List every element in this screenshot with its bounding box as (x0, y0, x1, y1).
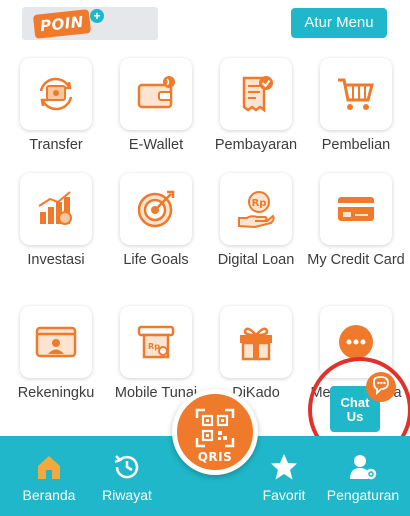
history-icon (114, 455, 139, 479)
credit-card-icon (338, 197, 374, 221)
header: POIN + Atur Menu (0, 0, 410, 46)
shopping-cart-icon (338, 78, 374, 110)
nav-label: Favorit (262, 487, 306, 503)
gift-icon (240, 327, 272, 361)
transfer-icon (39, 77, 73, 111)
menu-item-label: Transfer (29, 137, 83, 153)
chat-label-line2: Us (346, 409, 364, 424)
atm-cash-icon: Rp (137, 325, 175, 359)
menu-card[interactable] (20, 306, 92, 378)
nav-label: Riwayat (102, 487, 152, 503)
loan-hand-icon: Rp (238, 191, 275, 229)
menu-card[interactable] (20, 58, 92, 130)
menu-card[interactable] (120, 58, 192, 130)
wallet-icon (137, 76, 175, 109)
menu-card[interactable] (320, 173, 392, 245)
nav-riwayat[interactable]: Riwayat (86, 436, 168, 516)
menu-item-label: My Credit Card (307, 252, 405, 268)
qris-button[interactable]: QRIS (172, 389, 258, 475)
investment-chart-icon (38, 191, 72, 225)
account-card-icon (35, 326, 77, 358)
qr-code-icon (195, 408, 235, 448)
nav-pengaturan[interactable]: Pengaturan (322, 436, 404, 516)
svg-text:Rp: Rp (252, 198, 267, 209)
menu-card[interactable] (120, 173, 192, 245)
poin-banner[interactable]: POIN + (22, 7, 158, 40)
home-icon (38, 456, 60, 479)
menu-card[interactable] (220, 306, 292, 378)
menu-card[interactable] (320, 58, 392, 130)
nav-favorit[interactable]: Favorit (243, 436, 325, 516)
atur-menu-button[interactable]: Atur Menu (291, 8, 387, 38)
menu-item-label: Pembelian (321, 137, 391, 153)
menu-item-label: Life Goals (123, 252, 189, 268)
poin-logo: POIN (32, 9, 91, 39)
nav-label: Pengaturan (326, 487, 400, 503)
settings-user-icon (350, 455, 377, 480)
menu-item-label: Investasi (27, 252, 85, 268)
menu-item-label: Digital Loan (217, 252, 295, 268)
nav-beranda[interactable]: Beranda (8, 436, 90, 516)
menu-card[interactable]: Rp (220, 173, 292, 245)
poin-plus-icon: + (90, 9, 104, 23)
menu-card[interactable] (220, 58, 292, 130)
menu-card[interactable]: Rp (120, 306, 192, 378)
menu-item-label: Rekeningku (17, 385, 95, 401)
menu-card[interactable] (20, 173, 92, 245)
chat-bubble-icon[interactable] (366, 372, 396, 402)
qris-label: QRIS (197, 450, 233, 464)
target-icon (137, 190, 175, 228)
nav-label: Beranda (22, 487, 76, 503)
menu-item-label: E-Wallet (128, 137, 184, 153)
menu-item-label: Pembayaran (214, 137, 298, 153)
star-icon (271, 454, 297, 480)
bill-payment-icon (242, 76, 273, 113)
